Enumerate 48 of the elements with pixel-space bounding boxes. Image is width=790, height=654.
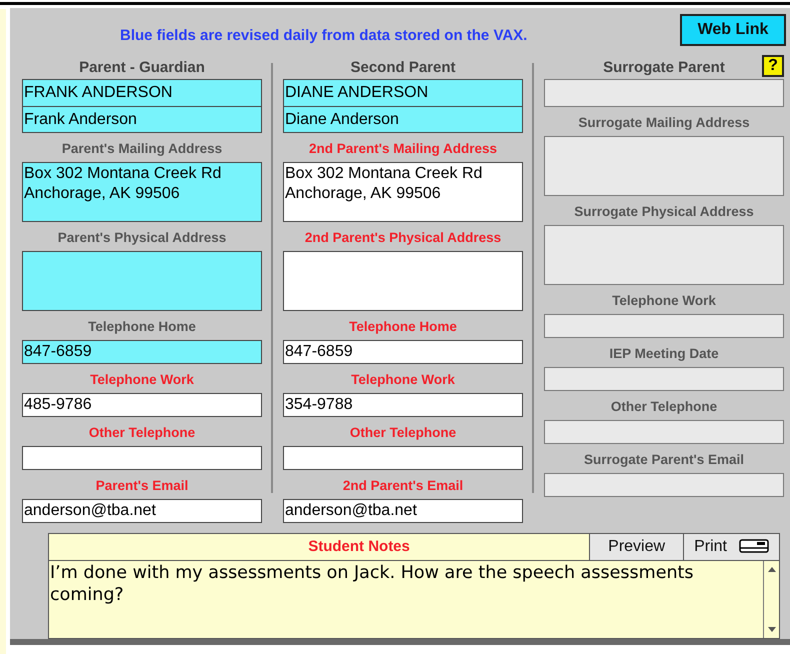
field-label: Surrogate Physical Address [573,204,755,219]
web-link-button[interactable]: Web Link [680,14,786,46]
text-field[interactable]: 847-6859 [22,340,262,364]
field-label: Telephone Work [350,372,456,387]
address-field[interactable]: Box 302 Montana Creek Rd Anchorage, AK 99506 [22,162,262,222]
address-field[interactable] [22,250,262,311]
field-label: Telephone Home [348,318,458,334]
field-label: Parent's Email [94,478,190,493]
field-label: Telephone Work [89,372,195,387]
field-label: Parent's Physical Address [56,230,228,245]
field-label: 2nd Parent's Physical Address [304,230,502,245]
address-field[interactable]: Box 302 Montana Creek Rd Anchorage, AK 99506 [283,162,523,222]
scrollbar[interactable] [763,560,779,638]
help-button[interactable]: ? [762,54,784,77]
column-heading: Second Parent [350,59,456,76]
text-field[interactable]: 354-9788 [283,392,523,417]
text-field[interactable]: Frank Anderson [22,106,262,133]
field-label: Telephone Home [87,318,197,334]
field-label: Surrogate Mailing Address [577,114,751,130]
field-label: 2nd Parent's Email [342,478,464,493]
field-label: Other Telephone [88,424,196,440]
field-label: Telephone Work [611,292,717,308]
text-field[interactable]: Diane Anderson [283,106,523,133]
info-text: Blue fields are revised daily from data stored on the VAX. [120,27,528,44]
field-label: 2nd Parent's Mailing Address [308,140,498,156]
text-field[interactable]: FRANK ANDERSON [22,78,262,107]
print-button[interactable]: Print [683,534,779,560]
text-field[interactable] [283,446,523,470]
field-label: Other Telephone [610,398,718,414]
notes-text-area[interactable]: I’m done with my assessments on Jack. How are the speech assessments coming? [49,560,763,638]
field-label: Surrogate Parent's Email [582,452,746,467]
scroll-up-icon [768,566,776,572]
column-heading: Parent - Guardian [79,59,205,76]
field-label: IEP Meeting Date [608,346,720,361]
notes-title: Student Notes [307,536,411,557]
field-label: Parent's Mailing Address [60,140,224,156]
address-field[interactable] [283,250,523,311]
scroll-down-icon [768,627,776,632]
preview-button[interactable]: Preview [589,534,684,560]
text-field[interactable]: anderson@tba.net [283,498,523,523]
text-field[interactable]: 485-9786 [22,392,262,417]
field-label: Other Telephone [348,424,458,440]
text-field[interactable] [22,446,262,470]
column-heading: Surrogate Parent [603,59,725,76]
printer-icon [739,538,769,555]
text-field[interactable]: 847-6859 [283,340,523,364]
text-field[interactable]: DIANE ANDERSON [283,78,523,107]
text-field[interactable]: anderson@tba.net [22,498,262,523]
